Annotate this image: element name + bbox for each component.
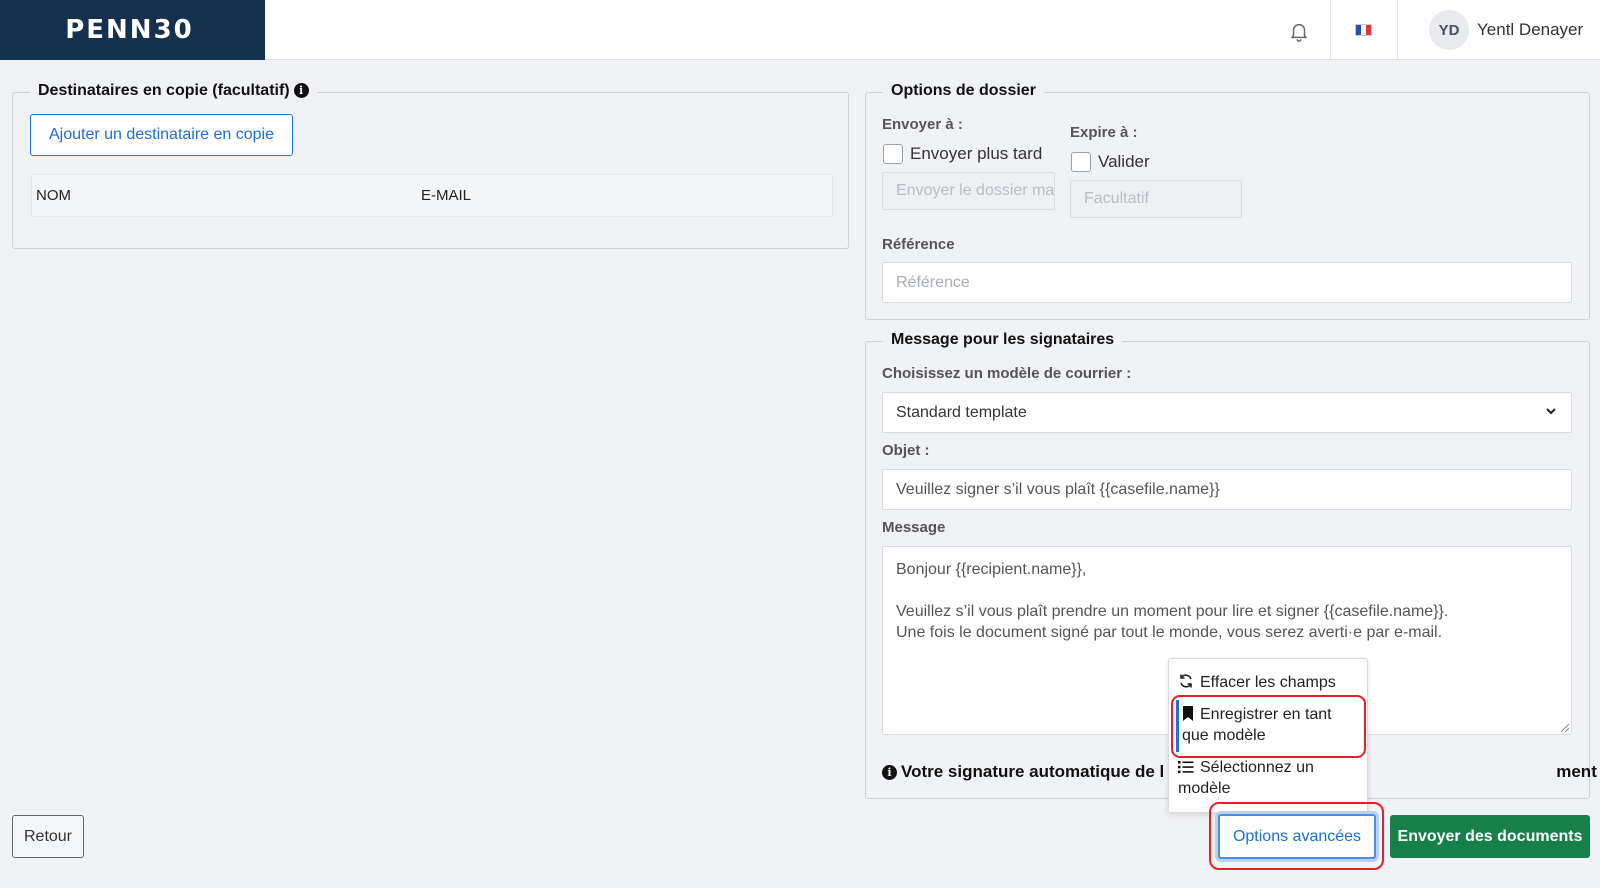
subject-field[interactable]: Veuillez signer s’il vous plaît {{casefi… (882, 469, 1572, 510)
send-later-checkbox[interactable] (883, 144, 903, 164)
menu-item-label: Effacer les champs (1200, 674, 1336, 691)
info-icon[interactable]: i (293, 83, 309, 98)
validate-label[interactable]: Valider (1098, 152, 1150, 172)
template-select[interactable]: Standard template (882, 392, 1572, 433)
column-header-name: NOM (36, 187, 71, 204)
advanced-options-button[interactable]: Options avancées (1218, 814, 1376, 859)
validate-checkbox[interactable] (1071, 152, 1091, 172)
bell-icon[interactable] (1288, 19, 1310, 43)
template-select-value: Standard template (896, 403, 1027, 421)
message-label: Message (882, 519, 946, 536)
divider (1397, 0, 1398, 60)
message-line: Une fois le document signé par tout le m… (896, 624, 1443, 641)
top-bar: PENN30 YD Yentl Denayer (0, 0, 1600, 60)
message-line: Bonjour {{recipient.name}}, (896, 561, 1087, 578)
add-cc-button[interactable]: Ajouter un destinataire en copie (30, 114, 293, 156)
back-button[interactable]: Retour (12, 815, 84, 858)
send-documents-button[interactable]: Envoyer des documents (1390, 815, 1590, 858)
resize-handle-icon[interactable] (1560, 723, 1569, 732)
avatar[interactable]: YD (1429, 10, 1469, 50)
user-name[interactable]: Yentl Denayer (1477, 20, 1583, 40)
reference-field[interactable]: Référence (882, 262, 1572, 303)
menu-item-select-template[interactable]: Sélectionnez un modèle (1178, 757, 1358, 799)
message-legend: Message pour les signataires (883, 331, 1123, 349)
info-icon: i (882, 765, 897, 780)
divider (1330, 0, 1331, 60)
signature-note-end: ment ajoutée. (1556, 762, 1600, 781)
logo[interactable]: PENN30 (0, 0, 265, 60)
signature-note-start: Votre signature automatique de l (901, 762, 1165, 781)
template-label: Choisissez un modèle de courrier : (882, 365, 1132, 382)
logo-text: PENN30 (65, 15, 194, 45)
menu-item-clear-fields[interactable]: Effacer les champs (1178, 672, 1358, 693)
cc-legend-text: Destinataires en copie (facultatif) (38, 82, 290, 99)
send-at-field[interactable]: Envoyer le dossier maintenant (882, 172, 1055, 210)
chevron-down-icon (1546, 408, 1556, 415)
expire-field[interactable]: Facultatif (1070, 180, 1242, 218)
menu-item-label: Sélectionnez un modèle (1178, 759, 1314, 797)
expire-label: Expire à : (1070, 124, 1138, 141)
list-icon (1178, 761, 1194, 774)
reference-label: Référence (882, 236, 955, 253)
cc-legend: Destinataires en copie (facultatif) i (30, 82, 317, 100)
flag-fr-icon[interactable] (1355, 24, 1372, 36)
column-header-email: E-MAIL (421, 187, 472, 204)
case-options-legend: Options de dossier (883, 82, 1044, 100)
subject-label: Objet : (882, 442, 930, 459)
cc-table-header: NOM E-MAIL (31, 174, 833, 217)
send-at-label: Envoyer à : (882, 116, 963, 133)
highlight-outline (1171, 695, 1366, 758)
refresh-icon (1180, 674, 1192, 688)
send-later-label[interactable]: Envoyer plus tard (910, 144, 1042, 164)
message-line: Veuillez s’il vous plaît prendre un mome… (896, 603, 1449, 620)
